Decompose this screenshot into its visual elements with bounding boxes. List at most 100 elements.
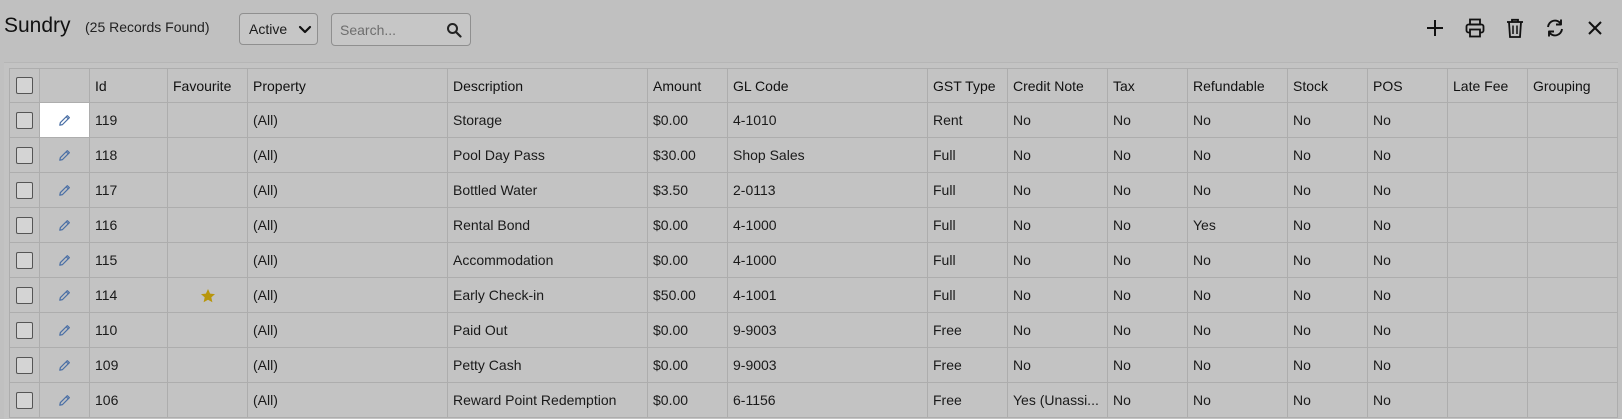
cell-gst-type: Full: [927, 137, 1008, 173]
close-button[interactable]: [1582, 15, 1608, 41]
column-header-favourite[interactable]: Favourite: [167, 68, 248, 103]
cell-late-fee: [1447, 102, 1528, 138]
cell-credit-note: No: [1007, 277, 1108, 313]
edit-button[interactable]: [39, 347, 90, 383]
cell-description: Accommodation: [447, 242, 648, 278]
cell-late-fee: [1447, 382, 1528, 418]
print-button[interactable]: [1462, 15, 1488, 41]
cell-pos: No: [1367, 312, 1448, 348]
table-row[interactable]: 118 (All) Pool Day Pass $30.00 Shop Sales Ful…: [9, 137, 1618, 173]
column-header-amount[interactable]: Amount: [647, 68, 728, 103]
edit-button[interactable]: [39, 207, 90, 243]
cell-property: (All): [247, 172, 448, 208]
cell-amount: $0.00: [647, 382, 728, 418]
row-checkbox[interactable]: [16, 251, 33, 269]
row-checkbox-cell[interactable]: [9, 277, 40, 313]
cell-gl-code: 4-1001: [727, 277, 928, 313]
cell-refundable: No: [1187, 137, 1288, 173]
select-all-checkbox[interactable]: [16, 77, 33, 95]
cell-id: 116: [89, 207, 168, 243]
delete-button[interactable]: [1502, 15, 1528, 41]
row-checkbox-cell[interactable]: [9, 172, 40, 208]
row-checkbox-cell[interactable]: [9, 347, 40, 383]
column-header-pos[interactable]: POS: [1367, 68, 1448, 103]
table-row[interactable]: 109 (All) Petty Cash $0.00 9-9003 Free No No No N…: [9, 347, 1618, 383]
table-row[interactable]: 119 (All) Storage $0.00 4-1010 Rent No No No No No: [9, 102, 1618, 138]
cell-id: 106: [89, 382, 168, 418]
column-header-description[interactable]: Description: [447, 68, 648, 103]
cell-refundable: No: [1187, 277, 1288, 313]
table-row[interactable]: 115 (All) Accommodation $0.00 4-1000 Full No No…: [9, 242, 1618, 278]
column-header-grouping[interactable]: Grouping: [1527, 68, 1618, 103]
cell-gl-code: 4-1000: [727, 207, 928, 243]
edit-button[interactable]: [39, 382, 90, 418]
refresh-button[interactable]: [1542, 15, 1568, 41]
column-header-gst-type[interactable]: GST Type: [927, 68, 1008, 103]
cell-refundable: No: [1187, 102, 1288, 138]
column-header-refundable[interactable]: Refundable: [1187, 68, 1288, 103]
pencil-icon: [59, 255, 70, 267]
edit-button[interactable]: [39, 312, 90, 348]
cell-property: (All): [247, 382, 448, 418]
row-checkbox[interactable]: [16, 111, 33, 129]
cell-favourite: [167, 242, 248, 278]
column-header-credit-note[interactable]: Credit Note: [1007, 68, 1108, 103]
cell-amount: $0.00: [647, 242, 728, 278]
column-header-property[interactable]: Property: [247, 68, 448, 103]
search-icon[interactable]: [446, 22, 462, 38]
edit-column-header: [39, 68, 90, 103]
table-row[interactable]: 116 (All) Rental Bond $0.00 4-1000 Full No No Ye…: [9, 207, 1618, 243]
row-checkbox[interactable]: [16, 216, 33, 234]
record-count: (25 Records Found): [85, 19, 210, 35]
row-checkbox[interactable]: [16, 146, 33, 164]
edit-button[interactable]: [39, 137, 90, 173]
edit-button[interactable]: [39, 242, 90, 278]
cell-amount: $30.00: [647, 137, 728, 173]
cell-stock: No: [1287, 207, 1368, 243]
cell-credit-note: No: [1007, 172, 1108, 208]
cell-credit-note: No: [1007, 312, 1108, 348]
table-row[interactable]: 106 (All) Reward Point Redemption $0.00 6-11…: [9, 382, 1618, 418]
chevron-down-icon: [298, 25, 312, 34]
cell-id: 117: [89, 172, 168, 208]
close-icon: [1588, 21, 1602, 35]
pencil-icon: [59, 115, 70, 127]
table-row[interactable]: 110 (All) Paid Out $0.00 9-9003 Free No No No No N…: [9, 312, 1618, 348]
column-header-gl-code[interactable]: GL Code: [727, 68, 928, 103]
column-header-id[interactable]: Id: [89, 68, 168, 103]
sort-desc-icon[interactable]: [167, 69, 168, 74]
row-checkbox-cell[interactable]: [9, 207, 40, 243]
table-row[interactable]: 117 (All) Bottled Water $3.50 2-0113 Full No No…: [9, 172, 1618, 208]
column-header-late-fee[interactable]: Late Fee: [1447, 68, 1528, 103]
row-checkbox-cell[interactable]: [9, 242, 40, 278]
edit-button[interactable]: [39, 172, 90, 208]
row-checkbox[interactable]: [16, 181, 33, 199]
search-input[interactable]: Search...: [331, 13, 471, 46]
table-row[interactable]: 114 (All) Early Check-in $50.00 4-1001 Full No…: [9, 277, 1618, 313]
row-checkbox[interactable]: [16, 286, 33, 304]
add-button[interactable]: [1422, 15, 1448, 41]
row-checkbox[interactable]: [16, 391, 33, 409]
cell-gl-code: Shop Sales: [727, 137, 928, 173]
plus-icon: [1427, 20, 1443, 36]
cell-description: Petty Cash: [447, 347, 648, 383]
column-header-tax[interactable]: Tax: [1107, 68, 1188, 103]
row-checkbox[interactable]: [16, 356, 33, 374]
column-header-stock[interactable]: Stock: [1287, 68, 1368, 103]
cell-property: (All): [247, 102, 448, 138]
row-checkbox[interactable]: [16, 321, 33, 339]
select-all-checkbox-cell[interactable]: [9, 68, 40, 103]
star-icon: [200, 288, 215, 302]
cell-credit-note: No: [1007, 137, 1108, 173]
edit-button[interactable]: [39, 277, 90, 313]
cell-stock: No: [1287, 277, 1368, 313]
cell-gl-code: 9-9003: [727, 347, 928, 383]
row-checkbox-cell[interactable]: [9, 102, 40, 138]
row-checkbox-cell[interactable]: [9, 382, 40, 418]
row-checkbox-cell[interactable]: [9, 312, 40, 348]
status-filter-select[interactable]: Active: [239, 13, 318, 45]
row-checkbox-cell[interactable]: [9, 137, 40, 173]
edit-button[interactable]: [39, 102, 90, 138]
cell-tax: No: [1107, 242, 1188, 278]
cell-amount: $0.00: [647, 347, 728, 383]
